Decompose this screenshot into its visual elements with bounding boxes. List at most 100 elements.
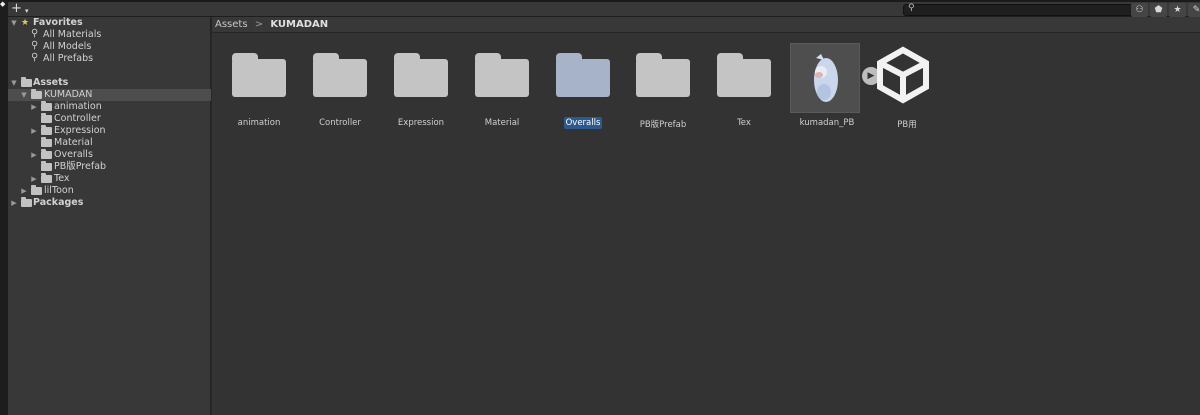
asset-label: Material — [484, 118, 520, 128]
tree-item-label: animation — [54, 101, 102, 112]
asset-scene-pb[interactable]: PB用 — [867, 42, 939, 142]
search-icon: ⚲ — [31, 40, 39, 51]
favorites-row[interactable]: ▼ ★ Favorites — [8, 17, 211, 29]
asset-folder-animation[interactable]: animation — [223, 42, 295, 142]
asset-label: PB版Prefab — [639, 120, 687, 130]
chevron-right-icon[interactable]: ▶ — [20, 185, 28, 197]
folder-icon — [232, 53, 286, 100]
breadcrumb-assets[interactable]: Assets — [215, 19, 248, 30]
asset-folder-material[interactable]: Material — [466, 42, 538, 142]
folder-icon — [41, 113, 52, 123]
folder-open-icon — [31, 89, 42, 99]
corner-mark-icon: ◆ — [0, 0, 6, 8]
project-sidebar: ▼ ★ Favorites ⚲ All Materials ⚲ All Mode… — [8, 17, 211, 415]
folder-icon — [21, 197, 32, 207]
chevron-right-icon[interactable]: ▶ — [30, 125, 38, 137]
folder-open-icon — [21, 77, 32, 87]
assets-row[interactable]: ▼ Assets — [8, 77, 211, 89]
folder-icon — [636, 53, 690, 100]
asset-folder-overalls[interactable]: Overalls — [547, 42, 619, 142]
favorites-label: Favorites — [33, 17, 83, 28]
folder-icon — [394, 53, 448, 100]
packages-row[interactable]: ▶ Packages — [8, 197, 211, 209]
breadcrumb-kumadan[interactable]: KUMADAN — [270, 19, 328, 30]
star-icon[interactable]: ★ — [1169, 3, 1186, 17]
chevron-down-icon[interactable]: ▼ — [20, 89, 28, 101]
tree-item-label: lilToon — [44, 185, 74, 196]
asset-label: Tex — [737, 118, 751, 128]
favorite-item-all-prefabs[interactable]: ⚲ All Prefabs — [8, 52, 211, 65]
search-input[interactable] — [918, 5, 1128, 15]
tree-item-label: Expression — [54, 125, 106, 136]
folder-icon — [41, 149, 52, 159]
folder-icon — [475, 53, 529, 100]
breadcrumb: Assets > KUMADAN — [212, 17, 1200, 33]
prefab-thumbnail — [790, 43, 860, 113]
favorite-item-all-materials[interactable]: ⚲ All Materials — [8, 28, 211, 41]
chevron-down-icon[interactable]: ▼ — [10, 77, 18, 89]
chevron-right-icon[interactable]: ▶ — [10, 197, 18, 209]
tree-item-label: KUMADAN — [44, 89, 93, 100]
asset-prefab-kumadan-pb[interactable]: ▶ kumadan_PB — [786, 42, 880, 142]
tree-item-overalls[interactable]: ▶ Overalls — [8, 149, 211, 161]
chevron-down-icon[interactable]: ▼ — [10, 17, 18, 29]
tree-item-label: Tex — [54, 173, 70, 184]
tree-item-tex[interactable]: ▶ Tex — [8, 173, 211, 185]
folder-icon — [41, 125, 52, 135]
asset-label-selected: Overalls — [537, 117, 629, 129]
search-icon: ⚲ — [31, 28, 39, 39]
scene-filter-icon[interactable]: ⚇ — [1131, 3, 1148, 17]
tree-item-label: Overalls — [54, 149, 93, 160]
folder-icon — [41, 101, 52, 111]
project-content: Assets > KUMADAN animation Controller Ex… — [212, 17, 1200, 415]
chevron-right-icon[interactable]: ▶ — [30, 149, 38, 161]
favorite-label: All Materials — [43, 29, 102, 40]
tree-item-pb-prefab[interactable]: PB版Prefab — [8, 161, 211, 173]
favorite-item-all-models[interactable]: ⚲ All Models — [8, 40, 211, 53]
tree-item-label: Material — [54, 137, 93, 148]
chevron-right-icon[interactable]: ▶ — [30, 173, 38, 185]
asset-label: Expression — [397, 118, 445, 128]
plus-icon: + — [11, 1, 22, 16]
asset-folder-controller[interactable]: Controller — [304, 42, 376, 142]
tree-item-controller[interactable]: Controller — [8, 113, 211, 125]
asset-label: animation — [237, 118, 281, 128]
packages-label: Packages — [33, 197, 84, 208]
bear-model-icon — [814, 54, 838, 102]
hidden-packages-icon[interactable]: ✎ — [1188, 3, 1200, 17]
tree-item-liltoon[interactable]: ▶ lilToon — [8, 185, 211, 197]
project-toolbar: + ▾ ⚲ ⚇ ⬟ ★ ✎ — [8, 0, 1200, 17]
asset-label: Overalls — [563, 117, 603, 129]
search-icon: ⚲ — [31, 52, 39, 63]
asset-folder-pb-prefab[interactable]: PB版Prefab — [627, 42, 699, 142]
tree-item-animation[interactable]: ▶ animation — [8, 101, 211, 113]
asset-folder-tex[interactable]: Tex — [708, 42, 780, 142]
folder-icon — [41, 137, 52, 147]
folder-icon — [31, 185, 42, 195]
chevron-right-icon: > — [254, 19, 264, 30]
search-icon: ⚲ — [908, 3, 915, 13]
favorite-label: All Models — [43, 41, 92, 52]
tree-item-material[interactable]: Material — [8, 137, 211, 149]
create-add-button[interactable]: + ▾ — [11, 2, 35, 16]
tree-item-label: PB版Prefab — [54, 161, 107, 172]
star-icon: ★ — [21, 18, 30, 28]
folder-icon — [313, 53, 367, 100]
tree-item-expression[interactable]: ▶ Expression — [8, 125, 211, 137]
asset-label: Controller — [319, 118, 361, 128]
folder-icon — [41, 173, 52, 183]
asset-label: PB用 — [897, 120, 917, 130]
tree-item-kumadan[interactable]: ▼ KUMADAN — [8, 89, 211, 101]
tree-item-label: Controller — [54, 113, 101, 124]
asset-folder-expression[interactable]: Expression — [385, 42, 457, 142]
favorite-label: All Prefabs — [43, 53, 94, 64]
search-field[interactable]: ⚲ — [903, 3, 1135, 16]
chevron-right-icon[interactable]: ▶ — [30, 101, 38, 113]
asset-label: kumadan_PB — [799, 118, 855, 128]
folder-icon — [556, 53, 610, 100]
folder-icon — [717, 53, 771, 100]
label-tag-icon[interactable]: ⬟ — [1150, 3, 1167, 17]
left-window-edge — [0, 0, 8, 415]
folder-icon — [41, 161, 52, 171]
assets-label: Assets — [33, 77, 69, 88]
